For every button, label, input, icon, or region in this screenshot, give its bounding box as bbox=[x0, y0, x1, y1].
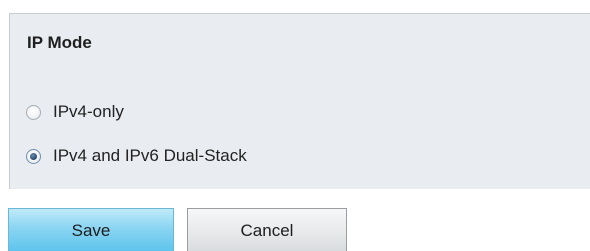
ip-mode-title: IP Mode bbox=[27, 33, 92, 52]
ipv4-only-option[interactable]: IPv4-only bbox=[26, 102, 124, 122]
ip-mode-panel: IP Mode IPv4-only IPv4 and IPv6 Dual-Sta… bbox=[9, 13, 590, 189]
dual-stack-label[interactable]: IPv4 and IPv6 Dual-Stack bbox=[53, 146, 247, 166]
save-button[interactable]: Save bbox=[8, 208, 174, 251]
dual-stack-radio[interactable] bbox=[26, 148, 41, 164]
cancel-button[interactable]: Cancel bbox=[187, 208, 347, 251]
page: IP Mode IPv4-only IPv4 and IPv6 Dual-Sta… bbox=[0, 0, 590, 251]
dual-stack-option[interactable]: IPv4 and IPv6 Dual-Stack bbox=[26, 146, 247, 166]
radio-selected-dot bbox=[30, 152, 37, 160]
ipv4-only-radio[interactable] bbox=[26, 104, 41, 120]
ipv4-only-label[interactable]: IPv4-only bbox=[53, 102, 124, 122]
